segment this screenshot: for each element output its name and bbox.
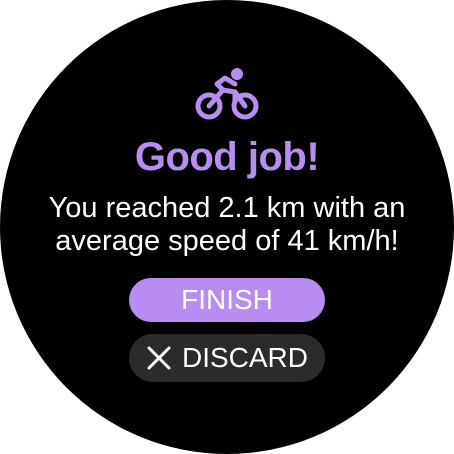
watch-screen: Good job! You reached 2.1 km with an ave… (0, 0, 454, 454)
discard-button[interactable]: DISCARD (129, 334, 325, 382)
finish-button[interactable]: FINISH (129, 278, 325, 322)
summary-message: You reached 2.1 km with an average speed… (48, 192, 406, 257)
page-title: Good job! (134, 135, 320, 179)
finish-button-label: FINISH (181, 284, 273, 315)
bike-icon (195, 66, 259, 122)
close-icon (146, 345, 172, 371)
discard-button-label: DISCARD (181, 342, 308, 373)
